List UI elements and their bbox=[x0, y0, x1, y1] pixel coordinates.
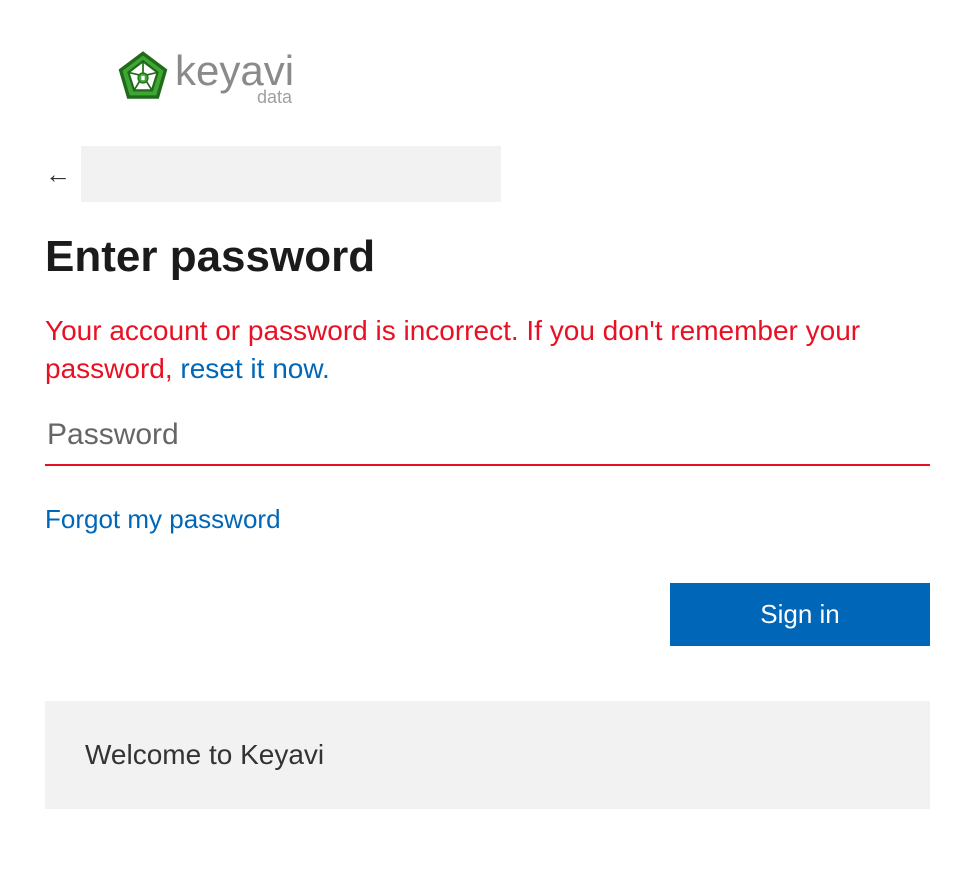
error-text: Your account or password is incorrect. I… bbox=[45, 315, 860, 384]
welcome-banner: Welcome to Keyavi bbox=[45, 701, 930, 809]
forgot-password-link[interactable]: Forgot my password bbox=[45, 504, 281, 535]
page-heading: Enter password bbox=[45, 232, 930, 282]
identity-row: ← bbox=[45, 146, 930, 202]
reset-password-link[interactable]: reset it now. bbox=[180, 353, 329, 384]
back-arrow-icon[interactable]: ← bbox=[45, 159, 71, 190]
logo-brand-part1: key bbox=[175, 47, 240, 94]
error-message: Your account or password is incorrect. I… bbox=[45, 312, 930, 388]
logo: keyavi data bbox=[115, 50, 930, 106]
logo-text: keyavi data bbox=[175, 50, 294, 106]
keyavi-logo-icon bbox=[115, 50, 171, 106]
signin-button[interactable]: Sign in bbox=[670, 583, 930, 646]
welcome-text: Welcome to Keyavi bbox=[85, 739, 324, 770]
logo-subtext: data bbox=[175, 88, 294, 106]
identity-placeholder[interactable] bbox=[81, 146, 501, 202]
password-input[interactable] bbox=[45, 410, 930, 466]
